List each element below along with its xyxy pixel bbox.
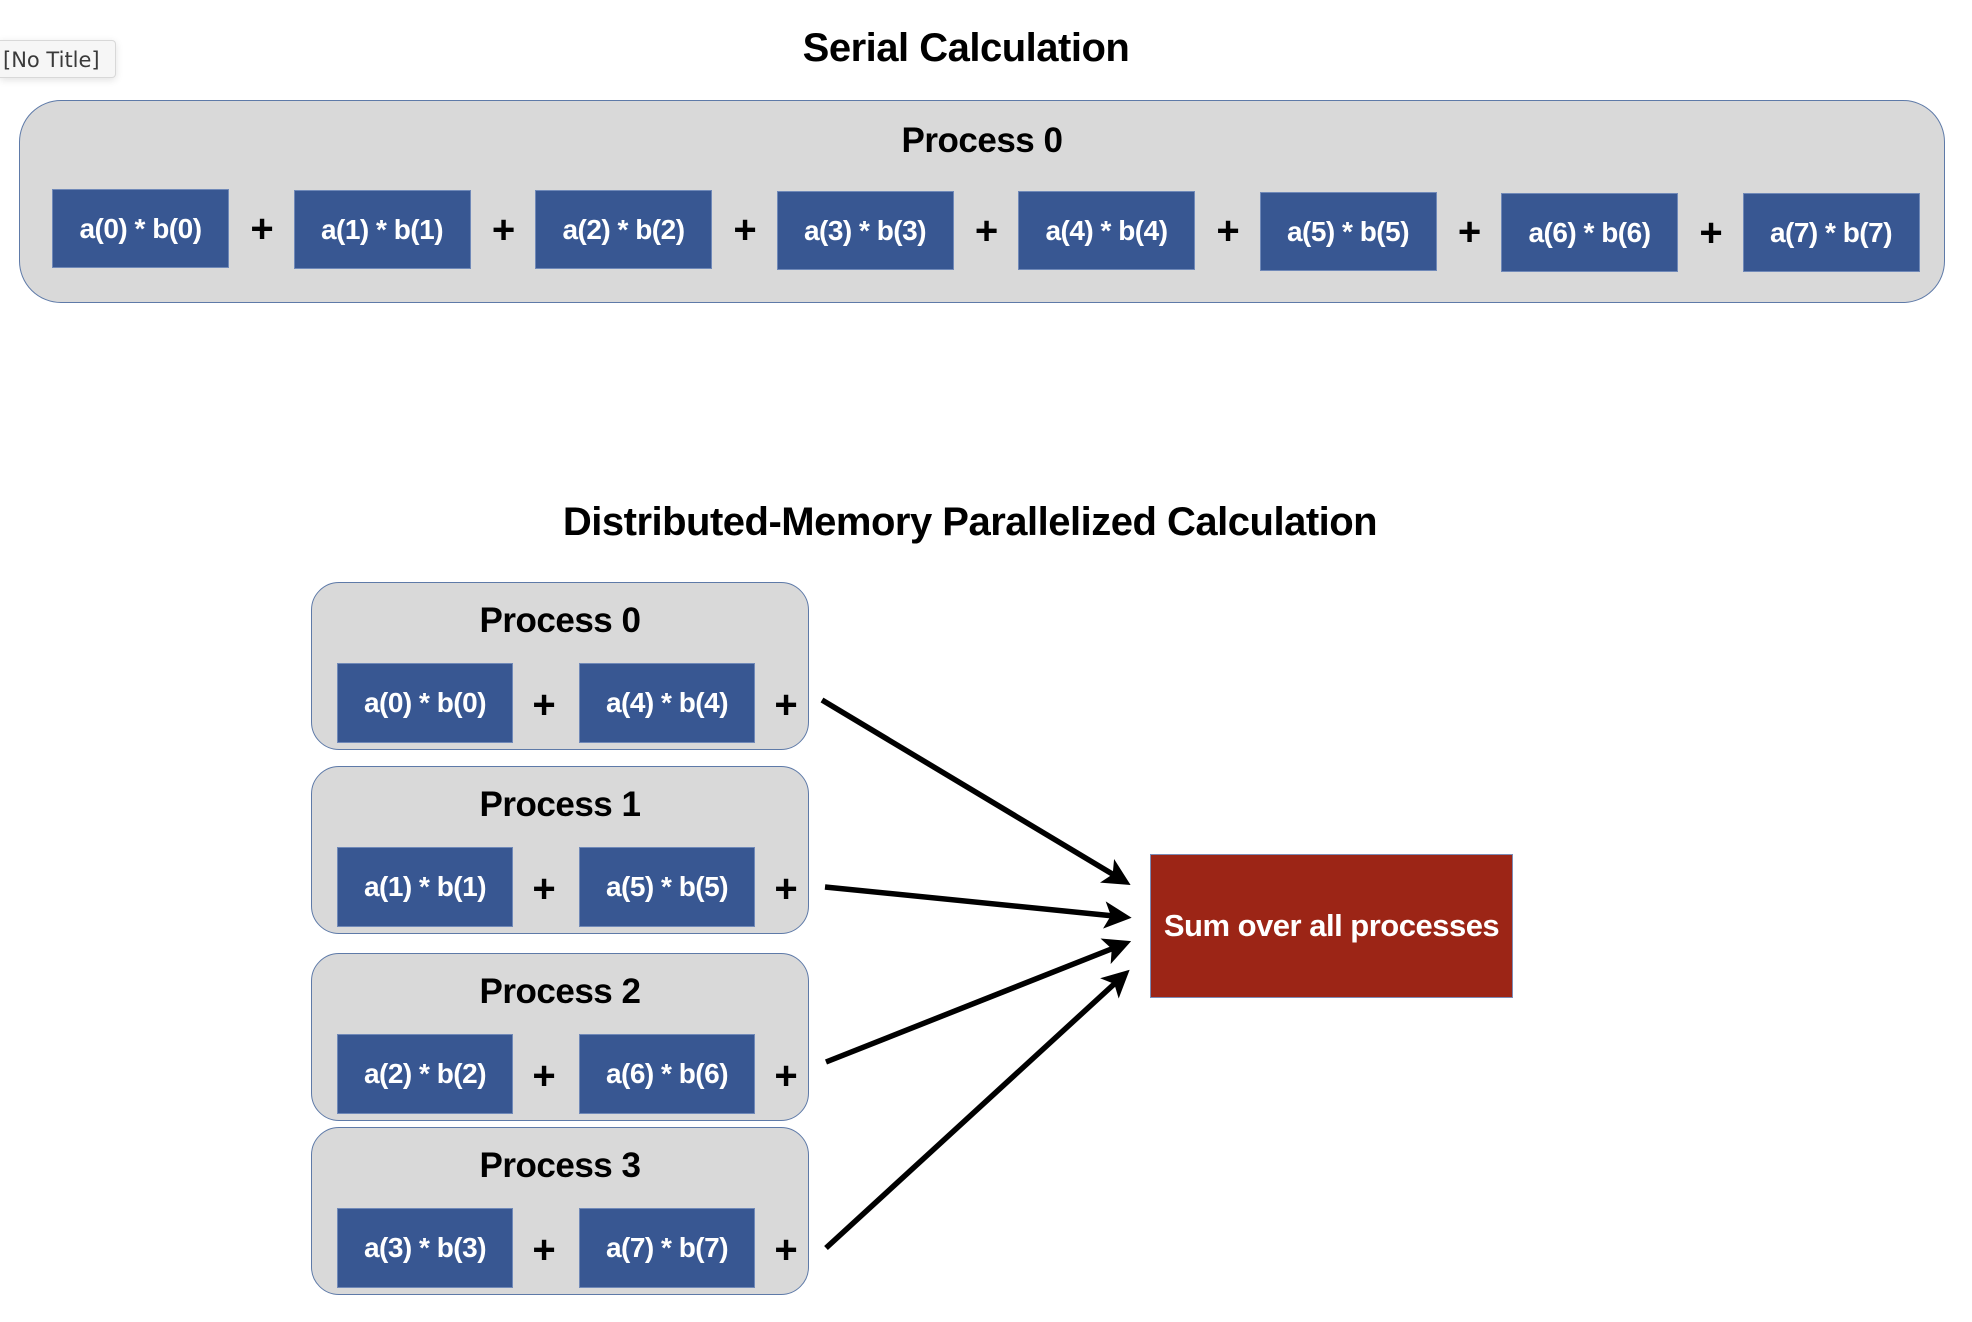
sum-over-processes-box: Sum over all processes <box>1150 854 1513 998</box>
arrow-process-1 <box>824 884 1132 929</box>
serial-term-6: a(6) * b(6) <box>1501 193 1678 272</box>
arrow-process-0 <box>820 697 1131 885</box>
process-2-term-1: a(6) * b(6) <box>579 1034 755 1114</box>
plus-operator: + <box>250 207 274 251</box>
process-2-term-0: a(2) * b(2) <box>337 1034 513 1114</box>
process-3-term-1: a(7) * b(7) <box>579 1208 755 1288</box>
process-0-term-1: a(4) * b(4) <box>579 663 755 743</box>
process-label: Process 0 <box>479 601 641 640</box>
serial-term-5: a(5) * b(5) <box>1259 192 1437 271</box>
parallel-title: Distributed-Memory Parallelized Calculat… <box>562 500 1378 544</box>
process-0-term-0: a(0) * b(0) <box>337 663 513 743</box>
serial-title: Serial Calculation <box>802 26 1130 70</box>
process-label: Process 3 <box>479 1146 641 1185</box>
window-title-tooltip: [No Title] <box>0 40 116 78</box>
process-label: Process 1 <box>479 785 641 824</box>
serial-term-4: a(4) * b(4) <box>1018 191 1195 270</box>
serial-term-7: a(7) * b(7) <box>1742 193 1920 272</box>
serial-term-3: a(3) * b(3) <box>776 191 954 270</box>
plus-operator: + <box>774 1228 798 1272</box>
plus-operator: + <box>491 208 516 252</box>
serial-process-label: Process 0 <box>901 121 1063 160</box>
plus-operator: + <box>774 683 798 727</box>
plus-operator: + <box>774 1054 798 1098</box>
plus-operator: + <box>532 1054 556 1098</box>
plus-operator: + <box>1457 210 1482 254</box>
arrow-process-3 <box>824 969 1130 1251</box>
process-1-term-0: a(1) * b(1) <box>337 847 513 927</box>
serial-term-2: a(2) * b(2) <box>535 190 712 269</box>
plus-operator: + <box>774 867 798 911</box>
plus-operator: + <box>532 1228 556 1272</box>
plus-operator: + <box>532 683 556 727</box>
plus-operator: + <box>974 209 999 253</box>
plus-operator: + <box>532 867 556 911</box>
process-1-term-1: a(5) * b(5) <box>579 847 755 927</box>
serial-term-0: a(0) * b(0) <box>52 189 229 268</box>
plus-operator: + <box>1216 209 1240 253</box>
process-label: Process 2 <box>479 972 641 1011</box>
arrow-process-2 <box>824 938 1132 1065</box>
process-3-term-0: a(3) * b(3) <box>337 1208 513 1288</box>
plus-operator: + <box>733 208 757 252</box>
plus-operator: + <box>1699 211 1723 255</box>
serial-term-1: a(1) * b(1) <box>293 190 471 269</box>
